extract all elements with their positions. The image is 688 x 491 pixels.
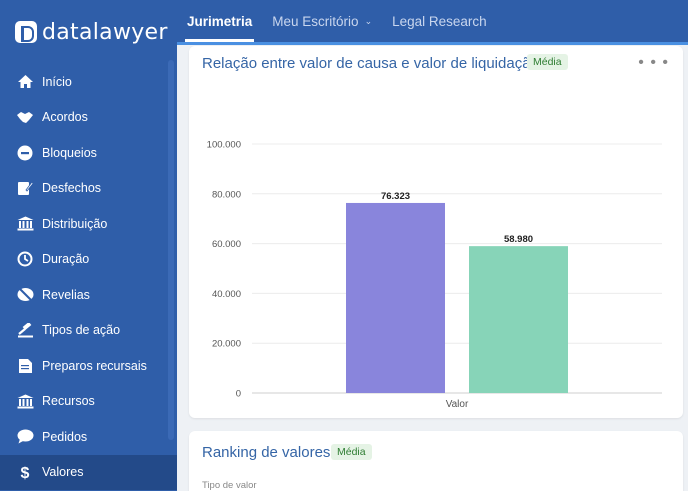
svg-text:$: $ — [21, 465, 30, 480]
data-label: 76.323 — [381, 191, 410, 202]
metric-badge: Média — [527, 54, 568, 70]
sidebar-item-acordos[interactable]: Acordos — [0, 100, 177, 136]
sidebar-item-label: Preparos recursais — [42, 358, 147, 373]
sidebar-item-distribuição[interactable]: Distribuição — [0, 206, 177, 242]
sidebar: datalawyer Início Acordos Bloqueios Desfech… — [0, 0, 177, 491]
value-type-label: Tipo de valor — [202, 480, 257, 491]
sidebar-item-label: Duração — [42, 252, 90, 267]
tab-legal-research[interactable]: Legal Research — [382, 0, 497, 42]
y-tick-label: 40.000 — [212, 289, 241, 300]
sidebar-item-label: Início — [42, 74, 72, 89]
minus-circle-icon — [16, 144, 34, 162]
sidebar-item-desfechos[interactable]: Desfechos — [0, 171, 177, 207]
logo[interactable]: datalawyer — [0, 0, 177, 64]
data-label: 58.980 — [504, 234, 533, 245]
sidebar-item-recursos[interactable]: Recursos — [0, 384, 177, 420]
sidebar-item-tipos-de-ação[interactable]: Tipos de ação — [0, 313, 177, 349]
sidebar-item-label: Valores — [42, 465, 84, 480]
sidebar-item-label: Acordos — [42, 110, 88, 125]
chart-card-title: Relação entre valor de causa e valor de … — [202, 55, 539, 72]
x-tick-label: Valor — [446, 399, 469, 410]
sidebar-scrollbar[interactable] — [168, 60, 174, 440]
sidebar-item-label: Tipos de ação — [42, 323, 121, 338]
ranking-card-title: Ranking de valores — [202, 444, 331, 461]
y-tick-label: 0 — [236, 389, 241, 400]
home-icon — [16, 73, 34, 91]
metric-badge: Média — [331, 444, 372, 460]
sidebar-nav: Início Acordos Bloqueios Desfechos Distribui… — [0, 64, 177, 490]
bank-icon — [16, 392, 34, 410]
more-options-icon[interactable]: • • • — [638, 54, 669, 72]
bar-liquidação — [469, 246, 568, 393]
y-tick-label: 100.000 — [207, 140, 241, 151]
handshake-icon — [16, 108, 34, 126]
tab-label: Jurimetria — [187, 13, 253, 29]
sidebar-item-label: Desfechos — [42, 181, 102, 196]
sidebar-item-label: Revelias — [42, 287, 90, 302]
sidebar-item-label: Distribuição — [42, 216, 108, 231]
sidebar-item-valores[interactable]: $ Valores — [0, 454, 177, 490]
sidebar-item-duração[interactable]: Duração — [0, 242, 177, 278]
bank-icon — [16, 215, 34, 233]
dollar-icon: $ — [16, 463, 34, 481]
gavel-icon — [16, 321, 34, 339]
sidebar-item-pedidos[interactable]: Pedidos — [0, 419, 177, 455]
logo-text: datalawyer — [42, 19, 168, 45]
y-tick-label: 60.000 — [212, 239, 241, 250]
sidebar-item-revelias[interactable]: Revelias — [0, 277, 177, 313]
chart-card: Relação entre valor de causa e valor de … — [189, 46, 683, 418]
y-tick-label: 20.000 — [212, 339, 241, 350]
topbar-underline — [177, 42, 688, 45]
tab-jurimetria[interactable]: Jurimetria — [177, 0, 262, 42]
tab-meu-escritorio[interactable]: Meu Escritório ⌄ — [262, 0, 382, 42]
eye-slash-icon — [16, 286, 34, 304]
sidebar-item-preparos-recursais[interactable]: Preparos recursais — [0, 348, 177, 384]
logo-icon — [15, 21, 37, 43]
top-nav: Jurimetria Meu Escritório ⌄ Legal Resear… — [177, 0, 688, 42]
tab-label: Legal Research — [392, 13, 487, 29]
ranking-card: Ranking de valores Média Tipo de valor — [189, 431, 683, 491]
edit-document-icon — [16, 179, 34, 197]
bar-chart: 0 20.000 40.000 60.000 80.000 100.000 76.323 58… — [207, 140, 662, 410]
y-tick-label: 80.000 — [212, 189, 241, 200]
sidebar-item-label: Bloqueios — [42, 145, 97, 160]
document-icon — [16, 357, 34, 375]
chat-bubble-icon — [16, 428, 34, 446]
sidebar-item-label: Pedidos — [42, 429, 88, 444]
sidebar-item-bloqueios[interactable]: Bloqueios — [0, 135, 177, 171]
clock-icon — [16, 250, 34, 268]
sidebar-item-label: Recursos — [42, 394, 95, 409]
tab-label: Meu Escritório — [272, 13, 359, 29]
bar-causa — [346, 202, 445, 393]
sidebar-item-início[interactable]: Início — [0, 64, 177, 100]
chevron-down-icon: ⌄ — [364, 15, 373, 26]
